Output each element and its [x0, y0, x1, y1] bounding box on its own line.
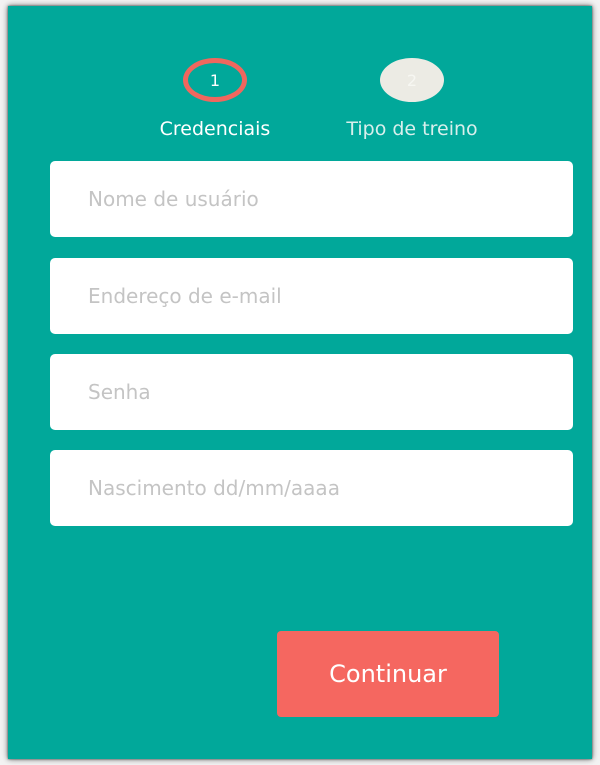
- step-1-indicator: 1: [183, 58, 247, 102]
- app-frame: 1 Credenciais 2 Tipo de treino Continuar: [0, 0, 600, 765]
- step-credentials[interactable]: 1 Credenciais: [125, 58, 305, 148]
- step-2-indicator: 2: [380, 58, 444, 102]
- step-1-label: Credenciais: [159, 118, 271, 140]
- step-2-label: Tipo de treino: [346, 118, 478, 140]
- email-input[interactable]: [50, 258, 573, 334]
- continue-button[interactable]: Continuar: [277, 631, 499, 717]
- birthdate-input[interactable]: [50, 450, 573, 526]
- signup-screen: 1 Credenciais 2 Tipo de treino Continuar: [8, 6, 592, 759]
- step-training-type[interactable]: 2 Tipo de treino: [322, 58, 502, 148]
- password-input[interactable]: [50, 354, 573, 430]
- username-input[interactable]: [50, 161, 573, 237]
